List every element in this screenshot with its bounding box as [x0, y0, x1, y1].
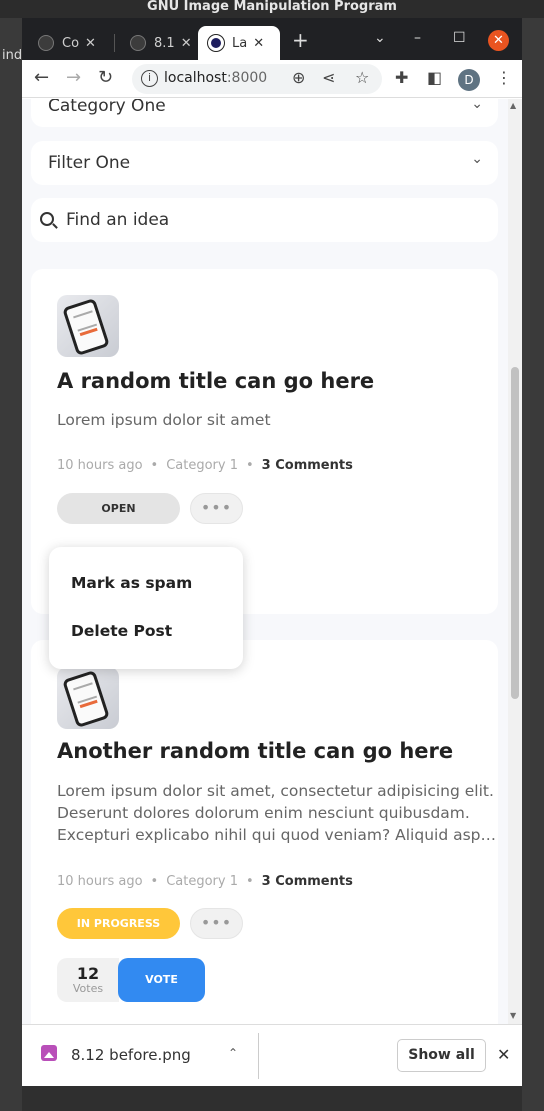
- idea-description: Lorem ipsum dolor sit amet: [57, 411, 271, 429]
- menu-kebab-icon[interactable]: ⋮: [496, 68, 512, 87]
- scroll-up-icon[interactable]: ▲: [510, 101, 516, 110]
- status-badge[interactable]: IN PROGRESS: [57, 908, 180, 939]
- idea-title[interactable]: Another random title can go here: [57, 739, 453, 763]
- tab-label: Co: [62, 35, 80, 51]
- scrollbar-thumb[interactable]: [511, 367, 519, 699]
- chevron-down-icon: ⌄: [471, 99, 483, 112]
- idea-title[interactable]: A random title can go here: [57, 369, 374, 393]
- desktop-left-edge: ind: [0, 18, 22, 1111]
- idea-time: 10 hours ago: [57, 458, 143, 473]
- tab-github-1[interactable]: Co ✕: [22, 26, 96, 60]
- github-icon: [38, 35, 54, 51]
- filter-select-value: Filter One: [48, 153, 131, 173]
- page-scrollbar[interactable]: ▲ ▼: [508, 99, 522, 1024]
- idea-description: Lorem ipsum dolor sit amet, consectetur …: [57, 782, 503, 844]
- reload-icon[interactable]: ↻: [98, 68, 113, 88]
- maximize-icon[interactable]: ☐: [453, 30, 466, 46]
- scroll-down-icon[interactable]: ▼: [510, 1011, 516, 1020]
- search-icon: [40, 212, 54, 226]
- window-close-button[interactable]: ✕: [488, 30, 509, 51]
- profile-avatar[interactable]: D: [458, 69, 480, 91]
- more-options-button[interactable]: •••: [190, 493, 243, 524]
- address-bar[interactable]: i localhost:8000: [132, 64, 382, 94]
- close-icon[interactable]: ✕: [253, 36, 264, 51]
- chevron-up-icon[interactable]: ⌃: [228, 1046, 238, 1060]
- download-file-name[interactable]: 8.12 before.png: [71, 1046, 191, 1064]
- idea-thumbnail: [57, 295, 119, 357]
- close-icon[interactable]: ✕: [181, 36, 192, 51]
- tab-github-2[interactable]: 8.1 ✕: [114, 26, 192, 60]
- side-panel-icon[interactable]: ◧: [427, 68, 442, 87]
- desktop-right-edge: [522, 18, 544, 1111]
- tab-active[interactable]: La ✕: [198, 26, 280, 60]
- download-shelf: 8.12 before.png ⌃ Show all ✕: [22, 1024, 522, 1086]
- new-tab-button[interactable]: +: [292, 30, 309, 50]
- tab-search-icon[interactable]: ⌄: [374, 30, 386, 46]
- idea-time: 10 hours ago: [57, 874, 143, 889]
- github-icon: [130, 35, 146, 51]
- share-icon[interactable]: ⋖: [322, 68, 335, 87]
- url-text: localhost:8000: [164, 70, 268, 86]
- idea-comments: 3 Comments: [261, 874, 353, 889]
- desktop-bottom-edge: [22, 1086, 522, 1111]
- close-icon[interactable]: ✕: [85, 36, 96, 51]
- image-file-icon: [41, 1045, 57, 1061]
- menu-item-mark-as-spam[interactable]: Mark as spam: [71, 574, 192, 592]
- extensions-icon[interactable]: ✚: [395, 68, 408, 87]
- window-title: GNU Image Manipulation Program: [147, 0, 397, 14]
- tab-strip: Co ✕ 8.1 ✕ La ✕ + ⌄ – ☐ ✕: [22, 18, 522, 60]
- desktop-top-bar: GNU Image Manipulation Program: [0, 0, 544, 18]
- zoom-icon[interactable]: ⊕: [292, 68, 305, 87]
- show-all-button[interactable]: Show all: [397, 1039, 486, 1072]
- vote-count-label: Votes: [72, 982, 104, 995]
- search-placeholder: Find an idea: [66, 210, 170, 230]
- idea-category: Category 1: [166, 458, 238, 473]
- vote-button[interactable]: VOTE: [118, 958, 205, 1002]
- browser-window: Co ✕ 8.1 ✕ La ✕ + ⌄ – ☐ ✕ ← → ↻ i localh…: [22, 18, 522, 1086]
- idea-thumbnail: [57, 667, 119, 729]
- more-options-button[interactable]: •••: [190, 908, 243, 939]
- chevron-down-icon: ⌄: [471, 151, 483, 167]
- category-select[interactable]: Category One ⌄: [31, 99, 498, 127]
- vote-count: 12 Votes: [57, 958, 119, 1002]
- back-icon[interactable]: ←: [34, 68, 49, 88]
- idea-comments: 3 Comments: [261, 458, 353, 473]
- filter-select[interactable]: Filter One ⌄: [31, 141, 498, 185]
- idea-meta: 10 hours ago • Category 1 • 3 Comments: [57, 458, 353, 473]
- tab-label: 8.1: [154, 35, 175, 51]
- menu-item-delete-post[interactable]: Delete Post: [71, 622, 172, 640]
- download-divider: [258, 1033, 259, 1079]
- site-info-icon[interactable]: i: [141, 70, 158, 87]
- tab-label: La: [232, 35, 248, 51]
- idea-category: Category 1: [166, 874, 238, 889]
- category-select-value: Category One: [48, 99, 166, 116]
- forward-icon[interactable]: →: [66, 68, 81, 88]
- desktop-left-text: ind: [2, 48, 23, 63]
- vote-count-number: 12: [76, 964, 100, 983]
- more-options-menu: Mark as spam Delete Post: [49, 547, 243, 669]
- bookmark-star-icon[interactable]: ☆: [355, 68, 369, 87]
- browser-toolbar: ← → ↻ i localhost:8000 ⊕ ⋖ ☆ ✚ ◧ D ⋮: [22, 60, 522, 98]
- search-field[interactable]: Find an idea: [31, 198, 498, 242]
- idea-card[interactable]: Another random title can go here Lorem i…: [31, 640, 503, 1024]
- status-badge[interactable]: OPEN: [57, 493, 180, 524]
- page-viewport: Category One ⌄ Filter One ⌄ Find an idea…: [22, 99, 508, 1024]
- idea-meta: 10 hours ago • Category 1 • 3 Comments: [57, 874, 353, 889]
- minimize-icon[interactable]: –: [414, 30, 421, 46]
- site-favicon-icon: [208, 35, 224, 51]
- close-icon[interactable]: ✕: [497, 1045, 510, 1064]
